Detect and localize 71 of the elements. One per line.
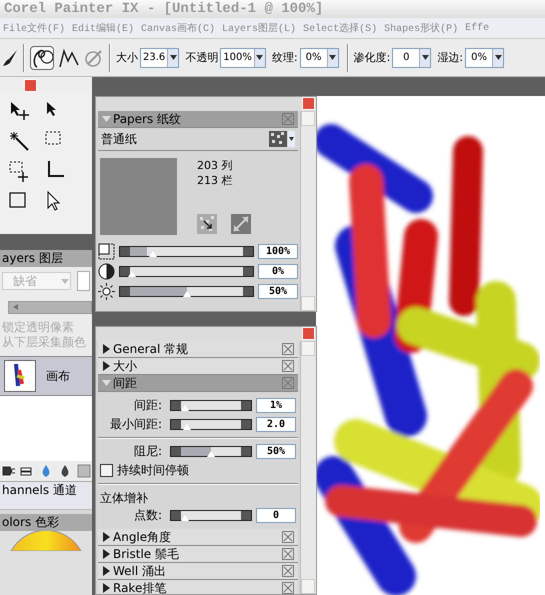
close-button[interactable] bbox=[302, 97, 315, 110]
value-field[interactable]: 0% bbox=[258, 264, 298, 279]
close-button[interactable] bbox=[24, 79, 37, 92]
disclosure-triangle-icon[interactable] bbox=[102, 344, 111, 354]
invert-paper-icon[interactable] bbox=[197, 214, 217, 234]
value-field[interactable]: 100% bbox=[258, 244, 298, 259]
field-label: 纹理: bbox=[272, 50, 298, 65]
field-label: 大小 bbox=[116, 50, 138, 65]
window-title: Corel Painter IX - [Untitled-1 @ 100%] bbox=[4, 1, 324, 17]
brush-icon[interactable] bbox=[2, 48, 18, 66]
slider[interactable] bbox=[119, 246, 254, 257]
scale-icon bbox=[98, 243, 115, 260]
layer-thumbnail bbox=[4, 360, 36, 392]
layer-row[interactable]: 画布 bbox=[0, 356, 92, 396]
slider[interactable] bbox=[170, 510, 252, 521]
resize-icon[interactable] bbox=[231, 214, 251, 234]
field-label: 不透明 bbox=[185, 50, 218, 65]
dropdown-arrow-icon[interactable] bbox=[329, 55, 336, 60]
disclosure-triangle-icon[interactable] bbox=[102, 549, 111, 559]
magic-wand-icon[interactable] bbox=[8, 130, 30, 152]
value-dropdown[interactable]: 23.6 bbox=[140, 48, 180, 68]
scrollbar[interactable] bbox=[300, 111, 316, 311]
paper-picker-icon[interactable] bbox=[269, 131, 295, 147]
slider[interactable] bbox=[170, 419, 252, 430]
close-box-icon[interactable] bbox=[282, 582, 294, 594]
value-field[interactable]: 2.0 bbox=[256, 417, 296, 432]
close-box-icon[interactable] bbox=[282, 360, 294, 372]
value-dropdown[interactable]: 0% bbox=[465, 48, 504, 68]
slider[interactable] bbox=[170, 446, 252, 457]
slider[interactable] bbox=[170, 400, 252, 411]
checkbox[interactable] bbox=[100, 464, 113, 477]
group-label: 立体增补 bbox=[99, 490, 149, 506]
control-label: 点数: bbox=[132, 507, 162, 524]
value-dropdown[interactable]: 0% bbox=[300, 48, 339, 68]
paper-dimension: 203 列 bbox=[197, 158, 234, 173]
checkbox-label[interactable]: 持续时间停顿 bbox=[117, 462, 189, 479]
opacity-slider[interactable] bbox=[8, 301, 92, 314]
control-label: 最小间距: bbox=[108, 416, 162, 433]
field-label: 湿边: bbox=[437, 50, 464, 65]
control-label: 间距: bbox=[132, 397, 162, 414]
value-dropdown[interactable]: 100% bbox=[220, 48, 266, 68]
freehand-stroke-icon[interactable] bbox=[30, 46, 54, 70]
disclosure-triangle-icon[interactable] bbox=[102, 566, 111, 576]
close-box-icon[interactable] bbox=[282, 343, 294, 355]
value-field[interactable]: 1% bbox=[256, 398, 296, 413]
disclosure-triangle-icon[interactable] bbox=[102, 583, 111, 593]
dropdown-arrow-icon[interactable] bbox=[422, 55, 429, 60]
slider[interactable] bbox=[119, 266, 254, 277]
close-box-icon[interactable] bbox=[282, 531, 294, 543]
close-box-icon[interactable] bbox=[282, 548, 294, 560]
brightness-icon bbox=[98, 283, 115, 300]
scrollbar[interactable] bbox=[300, 341, 316, 594]
dropdown-arrow-icon[interactable] bbox=[170, 55, 177, 60]
dropdown-arrow-icon[interactable] bbox=[256, 55, 264, 60]
value-field[interactable]: 50% bbox=[256, 444, 296, 459]
paper-name: 普通纸 bbox=[101, 130, 137, 148]
control-label: 阻尼: bbox=[132, 443, 162, 460]
opacity-field[interactable] bbox=[77, 271, 90, 291]
field-label: 渗化度: bbox=[354, 50, 390, 65]
dropdown-arrow-icon[interactable] bbox=[494, 55, 502, 60]
paper-dimension: 213 栏 bbox=[197, 173, 234, 188]
close-box-icon[interactable] bbox=[282, 565, 294, 577]
disclosure-triangle-icon[interactable] bbox=[102, 361, 111, 371]
close-button[interactable] bbox=[302, 327, 315, 340]
value-field[interactable]: 50% bbox=[258, 284, 298, 299]
value-dropdown[interactable]: 0 bbox=[392, 48, 432, 68]
move-selection-icon[interactable] bbox=[8, 160, 30, 182]
disclosure-triangle-icon[interactable] bbox=[102, 532, 111, 542]
value-field[interactable]: 0 bbox=[256, 508, 296, 523]
slider[interactable] bbox=[119, 286, 254, 297]
contrast-icon bbox=[98, 263, 115, 280]
